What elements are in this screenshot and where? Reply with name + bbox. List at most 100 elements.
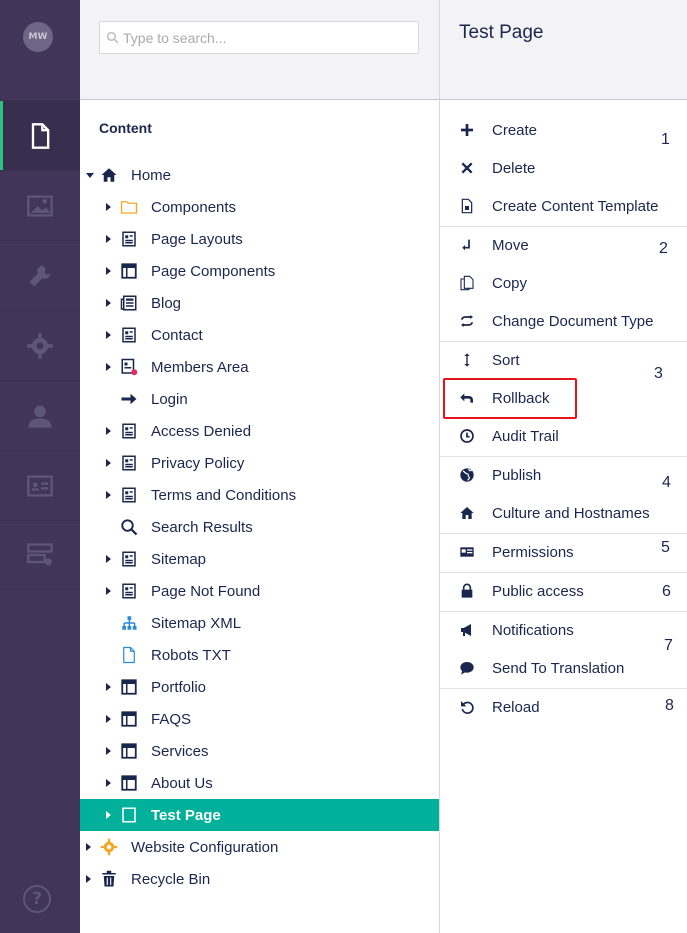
- tree-item-recycle-bin[interactable]: Recycle Bin: [80, 863, 439, 895]
- wrench-icon: [29, 265, 51, 286]
- layout-icon: [120, 774, 138, 792]
- tree-item-label: Members Area: [151, 358, 249, 376]
- tree-item-login[interactable]: Login: [80, 383, 439, 415]
- tree-item-sitemap[interactable]: Sitemap: [80, 543, 439, 575]
- action-create[interactable]: Create: [440, 111, 687, 149]
- sitemap-icon: [120, 614, 138, 632]
- tree-item-search-results[interactable]: Search Results: [80, 511, 439, 543]
- tree-item-members-area[interactable]: Members Area: [80, 351, 439, 383]
- caret-right-icon[interactable]: [106, 459, 111, 467]
- tree-item-sitemap-xml[interactable]: Sitemap XML: [80, 607, 439, 639]
- caret-right-icon[interactable]: [86, 875, 91, 883]
- section-media[interactable]: [0, 170, 80, 240]
- caret-right-icon[interactable]: [106, 299, 111, 307]
- action-notifications[interactable]: Notifications: [440, 611, 687, 649]
- caret-right-icon[interactable]: [106, 203, 111, 211]
- group-divider: [440, 533, 687, 534]
- tree-item-portfolio[interactable]: Portfolio: [80, 671, 439, 703]
- action-sort[interactable]: Sort: [440, 341, 687, 379]
- tree-item-website-configuration[interactable]: Website Configuration: [80, 831, 439, 863]
- action-label: Publish: [492, 466, 542, 484]
- page-icon: [120, 326, 138, 344]
- action-send-to-translation[interactable]: Send To Translation: [440, 649, 687, 687]
- reload-icon: [458, 698, 476, 716]
- action-audit-trail[interactable]: Audit Trail: [440, 417, 687, 455]
- tree-item-terms-and-conditions[interactable]: Terms and Conditions: [80, 479, 439, 511]
- tree-item-contact[interactable]: Contact: [80, 319, 439, 351]
- rollback-highlight-box: [443, 378, 577, 419]
- action-move[interactable]: Move: [440, 226, 687, 264]
- caret-right-icon[interactable]: [86, 843, 91, 851]
- group-divider: [440, 611, 687, 612]
- tree-item-test-page[interactable]: Test Page: [80, 799, 439, 831]
- action-delete[interactable]: Delete: [440, 149, 687, 187]
- tree-heading: Content: [99, 120, 152, 136]
- group-number: 4: [662, 474, 671, 491]
- action-publish[interactable]: Publish: [440, 456, 687, 494]
- tree-item-blog[interactable]: Blog: [80, 287, 439, 319]
- tree-item-faqs[interactable]: FAQS: [80, 703, 439, 735]
- search-area: [80, 0, 439, 100]
- caret-right-icon[interactable]: [106, 779, 111, 787]
- section-content[interactable]: [0, 100, 80, 171]
- caret-right-icon[interactable]: [106, 555, 111, 563]
- page-icon: [120, 422, 138, 440]
- caret-down-icon[interactable]: [86, 172, 94, 178]
- caret-right-icon[interactable]: [106, 747, 111, 755]
- user-avatar[interactable]: MW: [23, 22, 53, 52]
- caret-right-icon[interactable]: [106, 491, 111, 499]
- action-public-access[interactable]: Public access: [440, 572, 687, 610]
- action-change-document-type[interactable]: Change Document Type: [440, 302, 687, 340]
- caret-right-icon[interactable]: [106, 587, 111, 595]
- page-icon: [120, 454, 138, 472]
- tree-item-robots-txt[interactable]: Robots TXT: [80, 639, 439, 671]
- folder-icon: [120, 198, 138, 216]
- section-forms[interactable]: [0, 520, 80, 590]
- user-icon: [28, 405, 52, 428]
- tree-item-label: Services: [151, 742, 209, 760]
- tree-item-services[interactable]: Services: [80, 735, 439, 767]
- tree-item-page-layouts[interactable]: Page Layouts: [80, 223, 439, 255]
- help-icon[interactable]: ?: [23, 885, 51, 913]
- group-divider: [440, 572, 687, 573]
- tree-item-about-us[interactable]: About Us: [80, 767, 439, 799]
- tree-item-page-components[interactable]: Page Components: [80, 255, 439, 287]
- home-icon: [100, 166, 118, 184]
- lock-icon: [458, 582, 476, 600]
- caret-right-icon[interactable]: [106, 683, 111, 691]
- action-label: Permissions: [492, 543, 574, 561]
- caret-right-icon[interactable]: [106, 235, 111, 243]
- tree-item-page-not-found[interactable]: Page Not Found: [80, 575, 439, 607]
- tree-item-privacy-policy[interactable]: Privacy Policy: [80, 447, 439, 479]
- section-settings[interactable]: [0, 240, 80, 310]
- caret-right-icon[interactable]: [106, 331, 111, 339]
- action-permissions[interactable]: Permissions: [440, 533, 687, 571]
- tree-item-access-denied[interactable]: Access Denied: [80, 415, 439, 447]
- tree-item-label: Contact: [151, 326, 203, 344]
- action-copy[interactable]: Copy: [440, 264, 687, 302]
- search-input[interactable]: [123, 29, 403, 46]
- plus-icon: [458, 121, 476, 139]
- caret-right-icon[interactable]: [106, 715, 111, 723]
- action-reload[interactable]: Reload: [440, 688, 687, 726]
- tree-item-label: Blog: [151, 294, 182, 312]
- tree-item-label: Test Page: [151, 806, 221, 824]
- caret-right-icon[interactable]: [106, 427, 111, 435]
- section-packages[interactable]: [0, 310, 80, 380]
- caret-right-icon[interactable]: [106, 811, 111, 819]
- tree-item-components[interactable]: Components: [80, 191, 439, 223]
- section-users[interactable]: [0, 380, 80, 450]
- group-number: 6: [662, 583, 671, 600]
- tree-item-home[interactable]: Home: [80, 159, 439, 191]
- search-box[interactable]: [99, 21, 419, 54]
- search-icon: [106, 31, 119, 44]
- caret-right-icon[interactable]: [106, 267, 111, 275]
- caret-right-icon[interactable]: [106, 363, 111, 371]
- action-label: Reload: [492, 698, 540, 716]
- action-create-content-template[interactable]: Create Content Template: [440, 187, 687, 225]
- group-number: 5: [661, 539, 670, 556]
- clock-icon: [458, 427, 476, 445]
- action-culture-and-hostnames[interactable]: Culture and Hostnames: [440, 494, 687, 532]
- group-divider: [440, 226, 687, 227]
- section-members[interactable]: [0, 450, 80, 520]
